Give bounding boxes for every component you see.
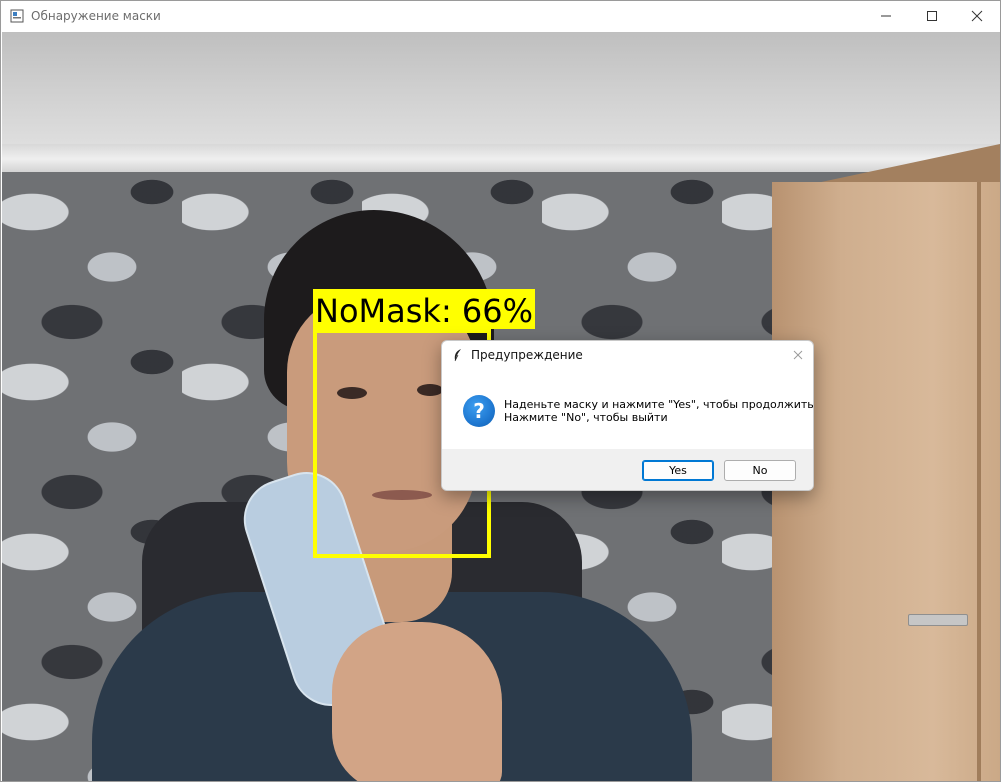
close-icon	[793, 350, 803, 360]
dialog-titlebar[interactable]: Предупреждение	[442, 341, 813, 369]
cornice	[2, 144, 1000, 174]
minimize-icon	[881, 15, 891, 17]
dialog-close-button[interactable]	[789, 346, 807, 364]
no-button[interactable]: No	[724, 460, 796, 481]
close-icon	[971, 10, 983, 22]
maximize-button[interactable]	[909, 1, 955, 31]
feather-icon	[452, 348, 464, 362]
question-icon: ?	[463, 395, 495, 427]
minimize-button[interactable]	[863, 1, 909, 31]
window-title: Обнаружение маски	[31, 9, 161, 23]
dialog-message: Наденьте маску и нажмите "Yes", чтобы пр…	[504, 398, 814, 424]
wardrobe-handle	[908, 614, 968, 626]
warning-dialog: Предупреждение ? Наденьте маску и нажмит…	[441, 340, 814, 491]
wardrobe-edge	[977, 182, 981, 781]
window-titlebar[interactable]: Обнаружение маски	[1, 1, 1000, 31]
person-hand	[332, 622, 502, 781]
dialog-body: ? Наденьте маску и нажмите "Yes", чтобы …	[442, 369, 813, 449]
yes-button[interactable]: Yes	[642, 460, 714, 481]
app-icon	[10, 9, 24, 23]
dialog-message-line-2: Нажмите "No", чтобы выйти	[504, 411, 668, 424]
app-window: Обнаружение маски NoMask: 66% Предупрежд…	[0, 0, 1001, 782]
maximize-icon	[927, 11, 937, 21]
close-button[interactable]	[954, 1, 1000, 31]
detection-label: NoMask: 66%	[313, 289, 536, 330]
dialog-footer: Yes No	[442, 449, 813, 490]
dialog-title: Предупреждение	[471, 348, 583, 362]
dialog-message-line-1: Наденьте маску и нажмите "Yes", чтобы пр…	[504, 398, 814, 411]
